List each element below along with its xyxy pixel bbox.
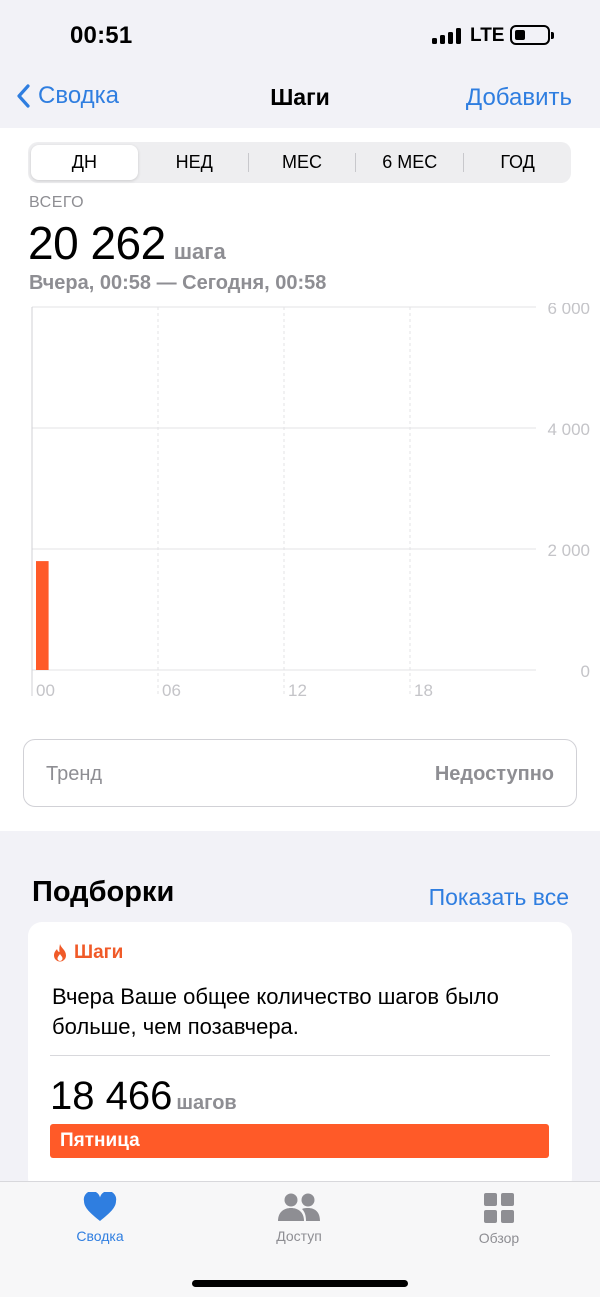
tab-sharing-label: Доступ [276, 1228, 322, 1244]
tab-summary-label: Сводка [76, 1228, 124, 1244]
network-label: LTE [470, 25, 505, 46]
highlight-unit: шагов [176, 1092, 237, 1114]
x-tick-label: 00 [36, 681, 55, 700]
heart-icon [83, 1192, 117, 1221]
tab-browse[interactable]: Обзор [439, 1192, 559, 1246]
steps-chart[interactable]: 6 0004 0002 000000 06 12 18 [0, 303, 600, 703]
highlight-category: Шаги [52, 942, 123, 964]
trend-label: Тренд [46, 763, 103, 785]
highlight-category-label: Шаги [74, 942, 124, 963]
tab-summary[interactable]: Сводка [40, 1192, 160, 1244]
range-tab-year[interactable]: ГОД [464, 142, 571, 183]
x-tick-label: 12 [288, 681, 307, 700]
y-tick-label: 4 000 [547, 420, 590, 439]
steps-content: ДН НЕД МЕС 6 МЕС ГОД ВСЕГО 20 262 шага В… [0, 128, 600, 831]
range-tab-day[interactable]: ДН [31, 145, 138, 180]
grid-icon [484, 1193, 514, 1223]
tab-sharing[interactable]: Доступ [239, 1192, 359, 1244]
y-tick-label: 6 000 [547, 303, 590, 318]
status-bar: 00:51 LTE [0, 0, 600, 70]
date-range: Вчера, 00:58 — Сегодня, 00:58 [29, 272, 327, 294]
x-tick-label: 06 [162, 681, 181, 700]
home-indicator [192, 1280, 408, 1287]
flame-icon [54, 944, 66, 962]
highlight-text: Вчера Ваше общее количество шагов было б… [52, 984, 499, 1039]
range-tab-month[interactable]: МЕС [249, 142, 356, 183]
total-steps: 20 262 шага [28, 216, 226, 270]
highlight-card[interactable]: Шаги Вчера Ваше общее количество шагов б… [28, 922, 572, 1192]
trend-value: Недоступно [434, 763, 554, 785]
divider [50, 1055, 550, 1056]
add-button[interactable]: Добавить [466, 84, 572, 112]
show-all-link[interactable]: Показать все [429, 884, 569, 911]
highlight-bar: Пятница [50, 1124, 549, 1158]
highlight-value-row: 18 466 шагов [50, 1074, 237, 1119]
y-tick-label: 0 [581, 662, 590, 681]
battery-icon [510, 25, 554, 45]
trend-row[interactable]: Тренд Недоступно [23, 739, 577, 807]
y-tick-label: 2 000 [547, 541, 590, 560]
people-icon [278, 1193, 320, 1221]
nav-bar: Сводка Шаги Добавить [0, 70, 600, 128]
status-time: 00:51 [70, 22, 133, 49]
range-selector: ДН НЕД МЕС 6 МЕС ГОД [28, 142, 571, 183]
range-tab-6months[interactable]: 6 МЕС [356, 142, 463, 183]
signal-icon [432, 28, 462, 44]
tab-bar: Сводка Доступ Обзор [0, 1181, 600, 1297]
highlight-value: 18 466 [50, 1074, 173, 1118]
chart-bar [36, 561, 49, 670]
highlights-title: Подборки [32, 876, 175, 908]
total-label: ВСЕГО [29, 194, 85, 211]
tab-browse-label: Обзор [478, 1230, 520, 1246]
total-unit: шага [173, 239, 226, 264]
total-value: 20 262 [28, 217, 166, 269]
x-tick-label: 18 [414, 681, 433, 700]
range-tab-week[interactable]: НЕД [141, 142, 248, 183]
